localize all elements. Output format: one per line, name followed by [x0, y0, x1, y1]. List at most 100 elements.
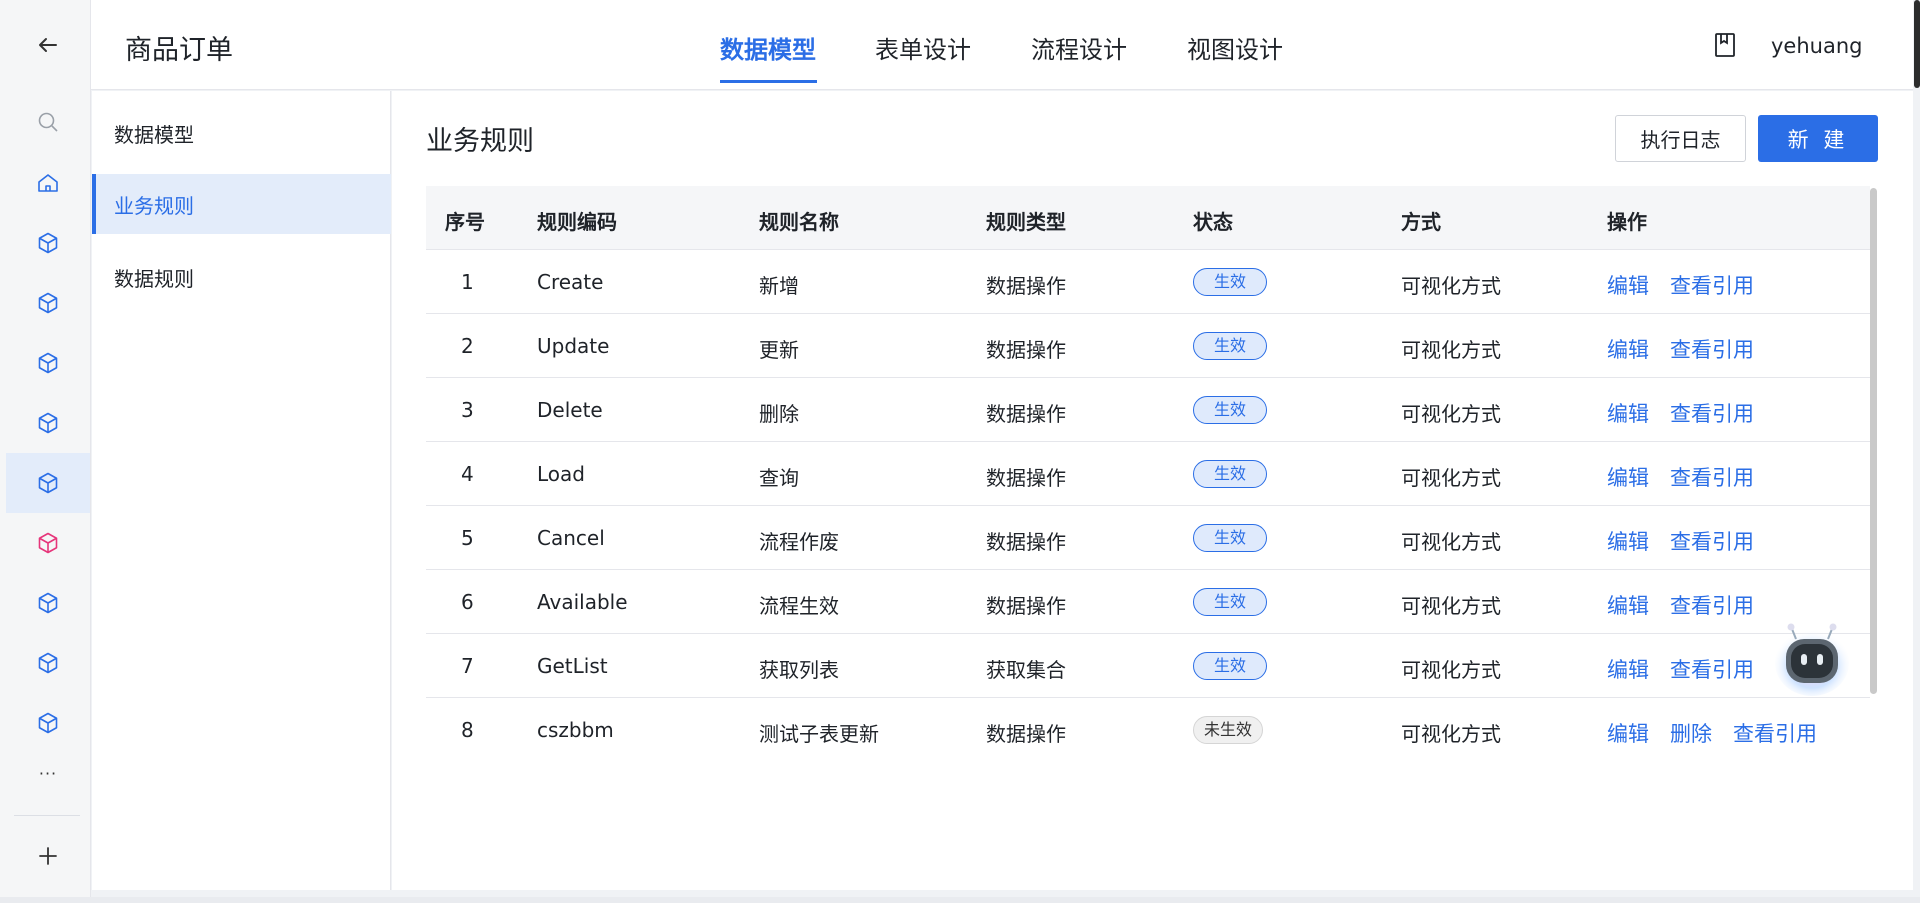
cell-name: 删除: [759, 402, 799, 426]
rail-module-1[interactable]: [6, 213, 90, 273]
cell-type: 数据操作: [986, 338, 1066, 362]
cell-mode: 可视化方式: [1401, 338, 1501, 362]
cube-icon: [38, 232, 58, 254]
cell-type: 数据操作: [986, 274, 1066, 298]
bottom-strip: [0, 897, 1920, 903]
header-status: 状态: [1193, 210, 1233, 234]
sidebar-item-data-rules[interactable]: 数据规则: [92, 247, 391, 307]
cell-code: Delete: [537, 398, 603, 422]
status-badge: 生效: [1193, 396, 1268, 424]
cell-type: 数据操作: [986, 530, 1066, 554]
view-references-link[interactable]: 查看引用: [1733, 718, 1817, 748]
new-button[interactable]: 新 建: [1758, 115, 1878, 162]
cube-icon: [38, 472, 58, 494]
edit-link[interactable]: 编辑: [1607, 270, 1649, 300]
table-header: 序号 规则编码 规则名称 规则类型 状态 方式 操作: [426, 186, 1870, 250]
more-icon: ···: [38, 763, 58, 783]
view-references-link[interactable]: 查看引用: [1670, 334, 1754, 364]
tab-flow-design[interactable]: 流程设计: [1031, 30, 1127, 65]
header-mode: 方式: [1401, 210, 1441, 234]
status-badge: 未生效: [1193, 716, 1264, 744]
top-bar: 商品订单 数据模型 表单设计 流程设计 视图设计 yehuang: [91, 0, 1913, 90]
edit-link[interactable]: 编辑: [1607, 334, 1649, 364]
rail-module-7[interactable]: [6, 573, 90, 633]
cell-mode: 可视化方式: [1401, 274, 1501, 298]
edit-link[interactable]: 编辑: [1607, 718, 1649, 748]
rail-more-button[interactable]: ···: [6, 743, 90, 803]
cell-name: 新增: [759, 274, 799, 298]
tab-form-design[interactable]: 表单设计: [875, 30, 971, 65]
edit-link[interactable]: 编辑: [1607, 398, 1649, 428]
user-name[interactable]: yehuang: [1771, 34, 1862, 58]
cell-mode: 可视化方式: [1401, 466, 1501, 490]
view-references-link[interactable]: 查看引用: [1670, 590, 1754, 620]
sidebar-item-business-rules[interactable]: 业务规则: [92, 174, 391, 234]
cell-mode: 可视化方式: [1401, 722, 1501, 746]
app-title: 商品订单: [125, 35, 233, 66]
cell-name: 查询: [759, 466, 799, 490]
cell-code: Load: [537, 462, 585, 486]
edit-link[interactable]: 编辑: [1607, 462, 1649, 492]
rail-home-button[interactable]: [6, 153, 90, 213]
table-row: 4 Load 查询 数据操作 生效 可视化方式 编辑 查看引用: [426, 442, 1870, 506]
header-no: 序号: [445, 210, 485, 234]
tab-view-design[interactable]: 视图设计: [1187, 30, 1283, 65]
cell-mode: 可视化方式: [1401, 402, 1501, 426]
status-badge: 生效: [1193, 268, 1268, 296]
table-scrollbar[interactable]: [1870, 188, 1877, 694]
cube-icon: [38, 532, 58, 554]
cell-no: 8: [461, 718, 474, 742]
view-references-link[interactable]: 查看引用: [1670, 462, 1754, 492]
view-references-link[interactable]: 查看引用: [1670, 654, 1754, 684]
rail-module-4[interactable]: [6, 393, 90, 453]
window-edge: [1914, 0, 1920, 88]
view-references-link[interactable]: 查看引用: [1670, 270, 1754, 300]
rail-module-8[interactable]: [6, 633, 90, 693]
sidebar: 数据模型 业务规则 数据规则: [92, 91, 391, 890]
back-button[interactable]: [6, 15, 90, 75]
main-panel: 业务规则 执行日志 新 建 序号 规则编码 规则名称 规则类型 状态 方式 操作…: [392, 91, 1913, 890]
cell-type: 数据操作: [986, 466, 1066, 490]
cell-mode: 可视化方式: [1401, 594, 1501, 618]
cell-type: 获取集合: [986, 658, 1066, 682]
view-references-link[interactable]: 查看引用: [1670, 526, 1754, 556]
active-tab-indicator: [720, 80, 817, 83]
rail-search-button[interactable]: [6, 92, 90, 152]
edit-link[interactable]: 编辑: [1607, 590, 1649, 620]
cell-name: 获取列表: [759, 658, 839, 682]
rail-module-3[interactable]: [6, 333, 90, 393]
plus-icon: [39, 847, 57, 865]
cell-type: 数据操作: [986, 594, 1066, 618]
header-actions: 操作: [1607, 210, 1647, 234]
search-icon: [38, 112, 58, 132]
view-references-link[interactable]: 查看引用: [1670, 398, 1754, 428]
status-badge: 生效: [1193, 652, 1268, 680]
cube-icon: [38, 412, 58, 434]
table-row: 3 Delete 删除 数据操作 生效 可视化方式 编辑 查看引用: [426, 378, 1870, 442]
cell-code: GetList: [537, 654, 608, 678]
edit-link[interactable]: 编辑: [1607, 654, 1649, 684]
icon-rail: ···: [0, 0, 91, 897]
table-row: 8 cszbbm 测试子表更新 数据操作 未生效 可视化方式 编辑 删除 查看引用: [426, 698, 1870, 762]
cube-icon: [38, 592, 58, 614]
delete-link[interactable]: 删除: [1670, 718, 1712, 748]
rail-module-6[interactable]: [6, 513, 90, 573]
rules-table: 序号 规则编码 规则名称 规则类型 状态 方式 操作 1 Create 新增 数据操作…: [426, 186, 1870, 762]
sidebar-item-data-model[interactable]: 数据模型: [92, 103, 391, 163]
execution-log-button[interactable]: 执行日志: [1615, 115, 1746, 162]
cell-code: Cancel: [537, 526, 605, 550]
table-row: 5 Cancel 流程作废 数据操作 生效 可视化方式 编辑 查看引用: [426, 506, 1870, 570]
status-badge: 生效: [1193, 460, 1268, 488]
book-icon[interactable]: [1714, 32, 1736, 58]
rail-module-5[interactable]: [6, 453, 90, 513]
cell-code: cszbbm: [537, 718, 614, 742]
back-arrow-icon: [39, 38, 57, 52]
assistant-robot-icon[interactable]: [1774, 617, 1850, 697]
edit-link[interactable]: 编辑: [1607, 526, 1649, 556]
home-icon: [38, 174, 58, 192]
rail-module-2[interactable]: [6, 273, 90, 333]
cell-mode: 可视化方式: [1401, 658, 1501, 682]
header-name: 规则名称: [759, 210, 839, 234]
tab-data-model[interactable]: 数据模型: [720, 30, 816, 65]
rail-add-button[interactable]: [6, 826, 90, 886]
